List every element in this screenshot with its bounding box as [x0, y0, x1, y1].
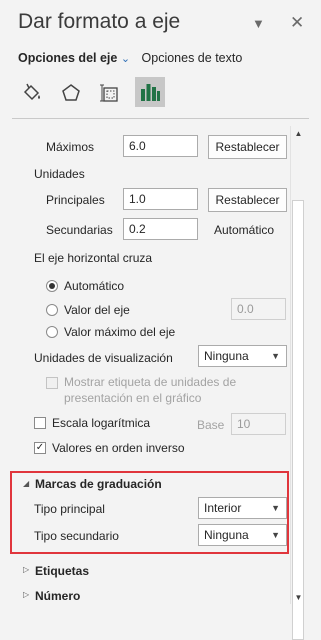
effects-icon[interactable]	[56, 78, 86, 108]
scroll-down-icon[interactable]: ▼	[291, 590, 306, 604]
tick-marks-highlight	[10, 471, 289, 554]
options-tabs: Opciones del eje ⌄ Opciones de texto	[18, 51, 242, 65]
minor-unit-input[interactable]: 0.2	[123, 218, 198, 240]
display-units-dropdown[interactable]: Ninguna ▼	[198, 345, 287, 367]
major-unit-input[interactable]: 1.0	[123, 188, 198, 210]
display-units-value: Ninguna	[204, 349, 249, 363]
crosses-max-value-label[interactable]: Valor máximo del eje	[64, 325, 175, 339]
show-units-label-checkbox[interactable]	[46, 377, 58, 389]
number-section-header[interactable]: Número	[35, 589, 80, 603]
show-units-label-line2: presentación en el gráfico	[64, 391, 202, 405]
pane-title: Dar formato a eje	[18, 10, 181, 33]
reverse-order-checkbox[interactable]: ✓	[34, 442, 46, 454]
minor-unit-label: Secundarias	[46, 223, 113, 237]
crosses-max-value-radio[interactable]	[46, 326, 58, 338]
major-reset-button[interactable]: Restablecer	[208, 188, 287, 212]
divider	[12, 118, 309, 119]
scroll-up-icon[interactable]: ▲	[291, 126, 306, 140]
crosses-axis-value-input[interactable]: 0.0	[231, 298, 286, 320]
max-label: Máximos	[46, 140, 95, 154]
log-scale-label[interactable]: Escala logarítmica	[52, 416, 150, 430]
size-properties-icon[interactable]	[95, 78, 125, 108]
crosses-auto-radio[interactable]	[46, 280, 58, 292]
show-units-label-line1: Mostrar etiqueta de unidades de	[64, 375, 237, 389]
scrollbar-thumb[interactable]	[292, 200, 304, 640]
log-base-label: Base	[197, 418, 225, 432]
major-unit-label: Principales	[46, 193, 105, 207]
fill-line-icon[interactable]	[17, 78, 47, 108]
max-input[interactable]: 6.0	[123, 135, 198, 157]
horizontal-axis-crosses-label: El eje horizontal cruza	[34, 251, 153, 265]
chevron-down-icon: ▼	[271, 351, 280, 361]
vertical-scrollbar[interactable]: ▲ ▼	[290, 126, 306, 640]
crosses-auto-label[interactable]: Automático	[64, 279, 124, 293]
log-scale-checkbox[interactable]	[34, 417, 46, 429]
labels-section-header[interactable]: Etiquetas	[35, 564, 89, 578]
close-icon[interactable]: ✕	[290, 13, 304, 33]
crosses-axis-value-radio[interactable]	[46, 304, 58, 316]
expand-triangle-icon[interactable]: ▷	[23, 565, 29, 574]
tab-text-options[interactable]: Opciones de texto	[142, 51, 243, 65]
chevron-down-icon[interactable]: ⌄	[121, 53, 130, 65]
minor-unit-status: Automático	[214, 223, 275, 237]
display-units-label: Unidades de visualización	[34, 351, 173, 365]
reverse-order-label[interactable]: Valores en orden inverso	[52, 441, 185, 455]
log-base-input[interactable]: 10	[231, 413, 286, 435]
expand-triangle-icon[interactable]: ▷	[23, 590, 29, 599]
max-reset-button[interactable]: Restablecer	[208, 135, 287, 159]
pane-options-dropdown-icon[interactable]: ▼	[252, 16, 265, 31]
tab-axis-options[interactable]: Opciones del eje	[18, 51, 117, 65]
axis-options-icon[interactable]	[135, 77, 165, 107]
crosses-axis-value-label[interactable]: Valor del eje	[64, 303, 130, 317]
units-label: Unidades	[34, 167, 85, 181]
